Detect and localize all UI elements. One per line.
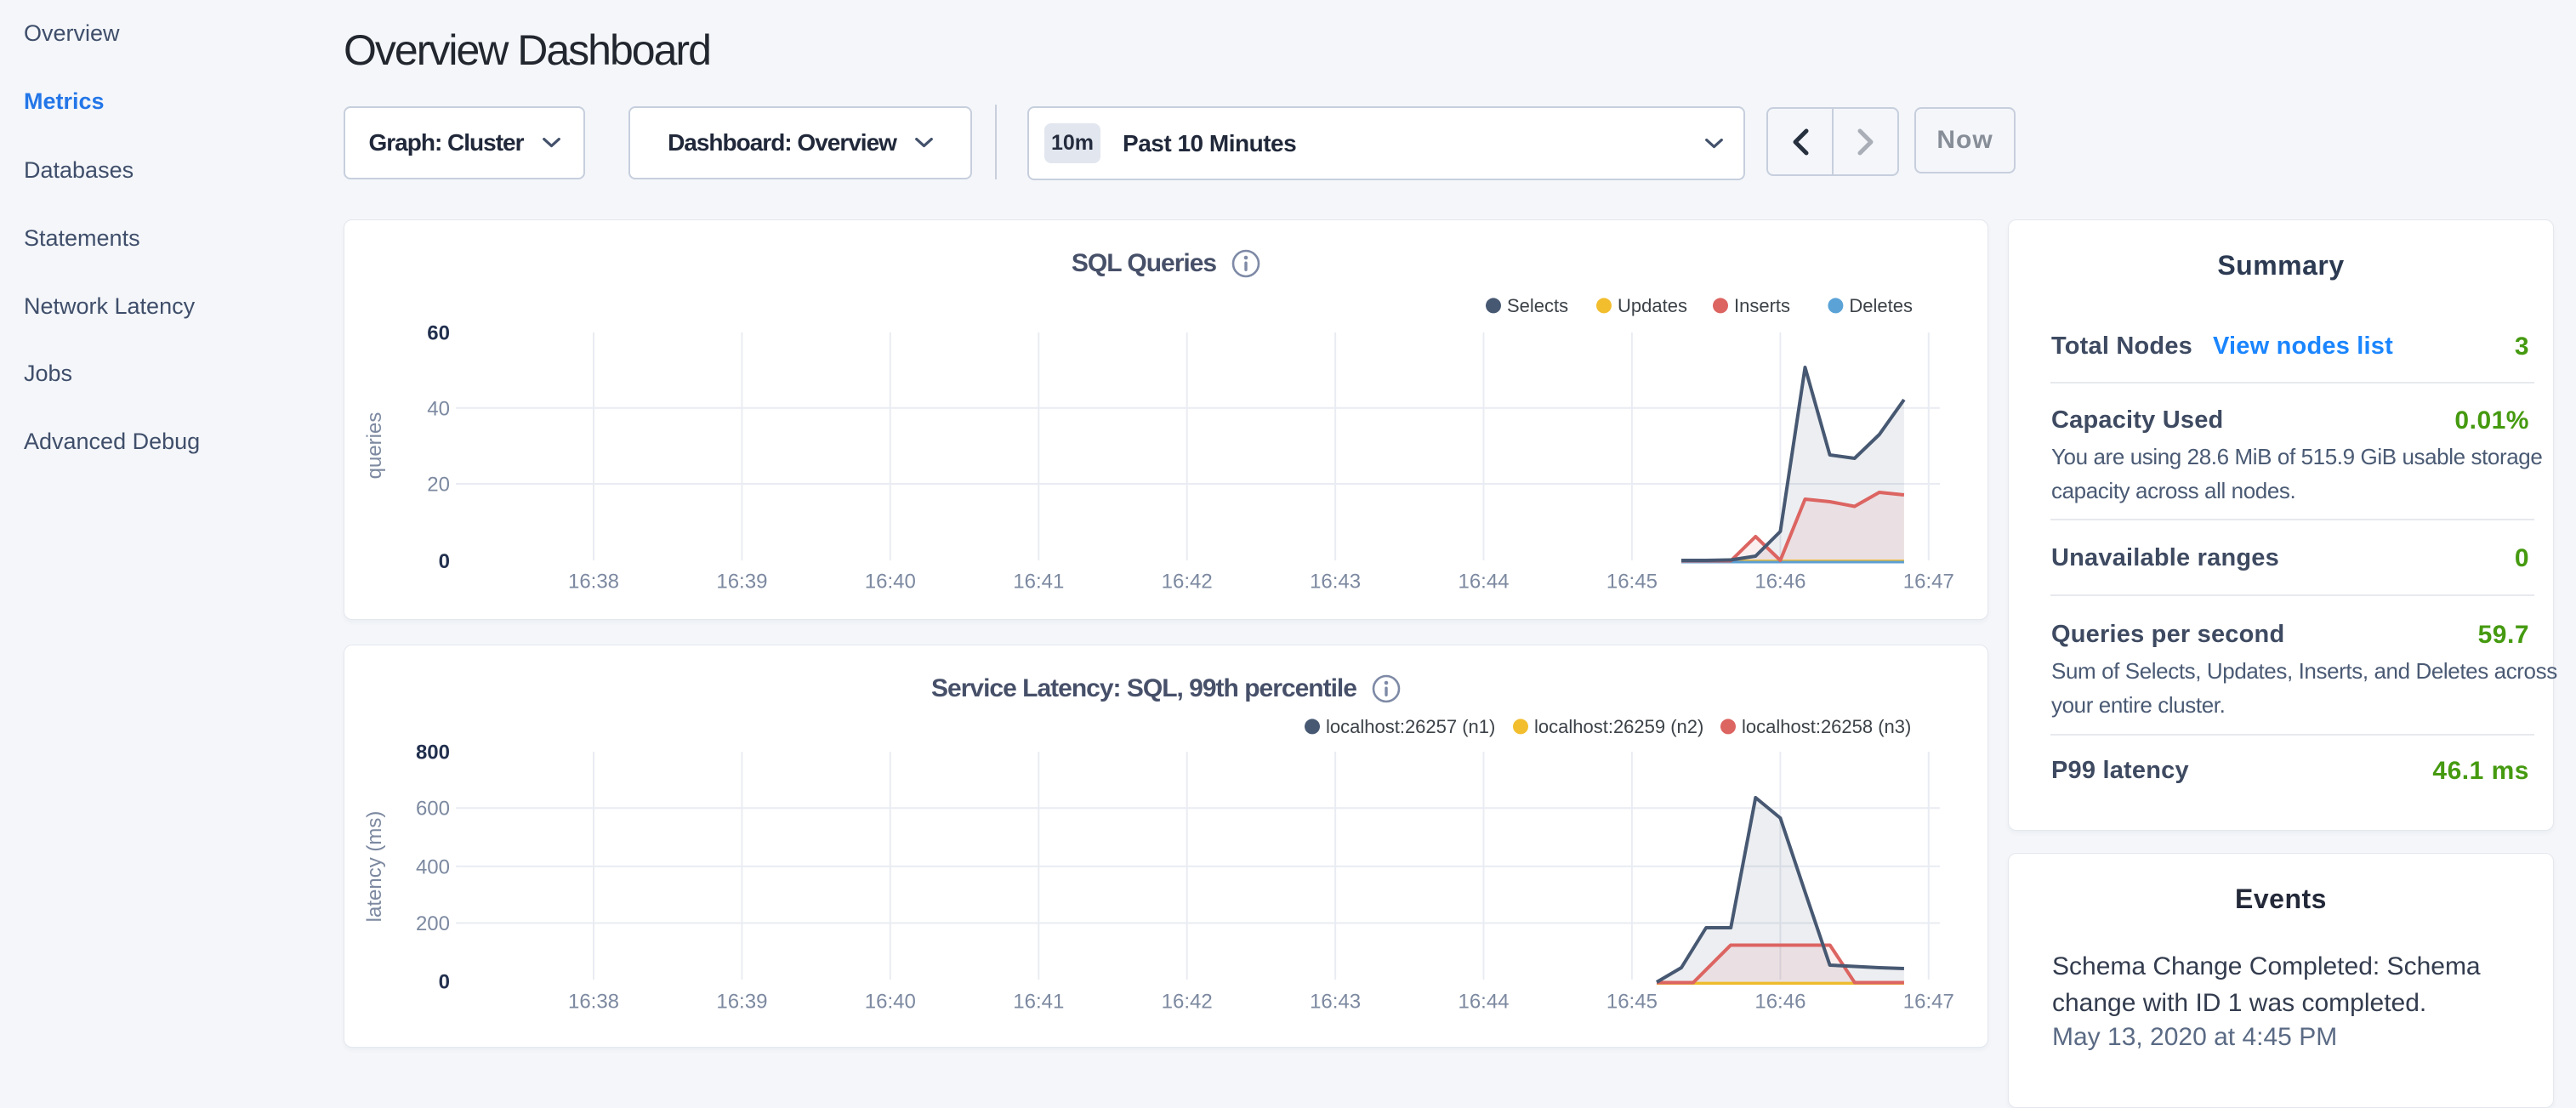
svg-text:16:38: 16:38 — [568, 991, 619, 1014]
svg-text:16:44: 16:44 — [1458, 991, 1509, 1014]
svg-text:16:45: 16:45 — [1606, 571, 1658, 594]
svg-text:16:41: 16:41 — [1013, 991, 1064, 1014]
svg-text:0: 0 — [439, 550, 450, 573]
svg-text:localhost:26258 (n3): localhost:26258 (n3) — [1742, 716, 1911, 737]
svg-text:latency (ms): latency (ms) — [363, 811, 386, 923]
svg-text:16:39: 16:39 — [716, 571, 767, 594]
svg-text:200: 200 — [416, 912, 450, 935]
svg-text:16:38: 16:38 — [568, 571, 619, 594]
svg-text:16:42: 16:42 — [1162, 571, 1213, 594]
svg-text:Inserts: Inserts — [1734, 295, 1790, 316]
svg-text:20: 20 — [427, 474, 450, 497]
svg-text:16:47: 16:47 — [1903, 991, 1954, 1014]
svg-text:600: 600 — [416, 798, 450, 821]
svg-text:16:40: 16:40 — [865, 991, 916, 1014]
svg-text:800: 800 — [416, 742, 450, 764]
svg-text:queries: queries — [363, 412, 386, 480]
svg-text:Deletes: Deletes — [1849, 295, 1913, 316]
svg-text:0: 0 — [439, 971, 450, 994]
svg-text:16:39: 16:39 — [716, 991, 767, 1014]
svg-text:40: 40 — [427, 397, 450, 420]
svg-text:16:46: 16:46 — [1754, 571, 1805, 594]
svg-text:16:42: 16:42 — [1162, 991, 1213, 1014]
svg-text:16:46: 16:46 — [1754, 991, 1805, 1014]
svg-text:Updates: Updates — [1618, 295, 1687, 316]
svg-text:400: 400 — [416, 855, 450, 878]
svg-text:16:40: 16:40 — [865, 571, 916, 594]
svg-text:16:47: 16:47 — [1903, 571, 1954, 594]
svg-text:16:41: 16:41 — [1013, 571, 1064, 594]
svg-text:Selects: Selects — [1507, 295, 1568, 316]
svg-text:localhost:26257 (n1): localhost:26257 (n1) — [1326, 716, 1495, 737]
svg-text:16:44: 16:44 — [1458, 571, 1509, 594]
svg-text:16:43: 16:43 — [1310, 991, 1361, 1014]
svg-text:localhost:26259 (n2): localhost:26259 (n2) — [1534, 716, 1703, 737]
svg-text:60: 60 — [427, 322, 450, 345]
svg-text:16:43: 16:43 — [1310, 571, 1361, 594]
svg-text:16:45: 16:45 — [1606, 991, 1658, 1014]
